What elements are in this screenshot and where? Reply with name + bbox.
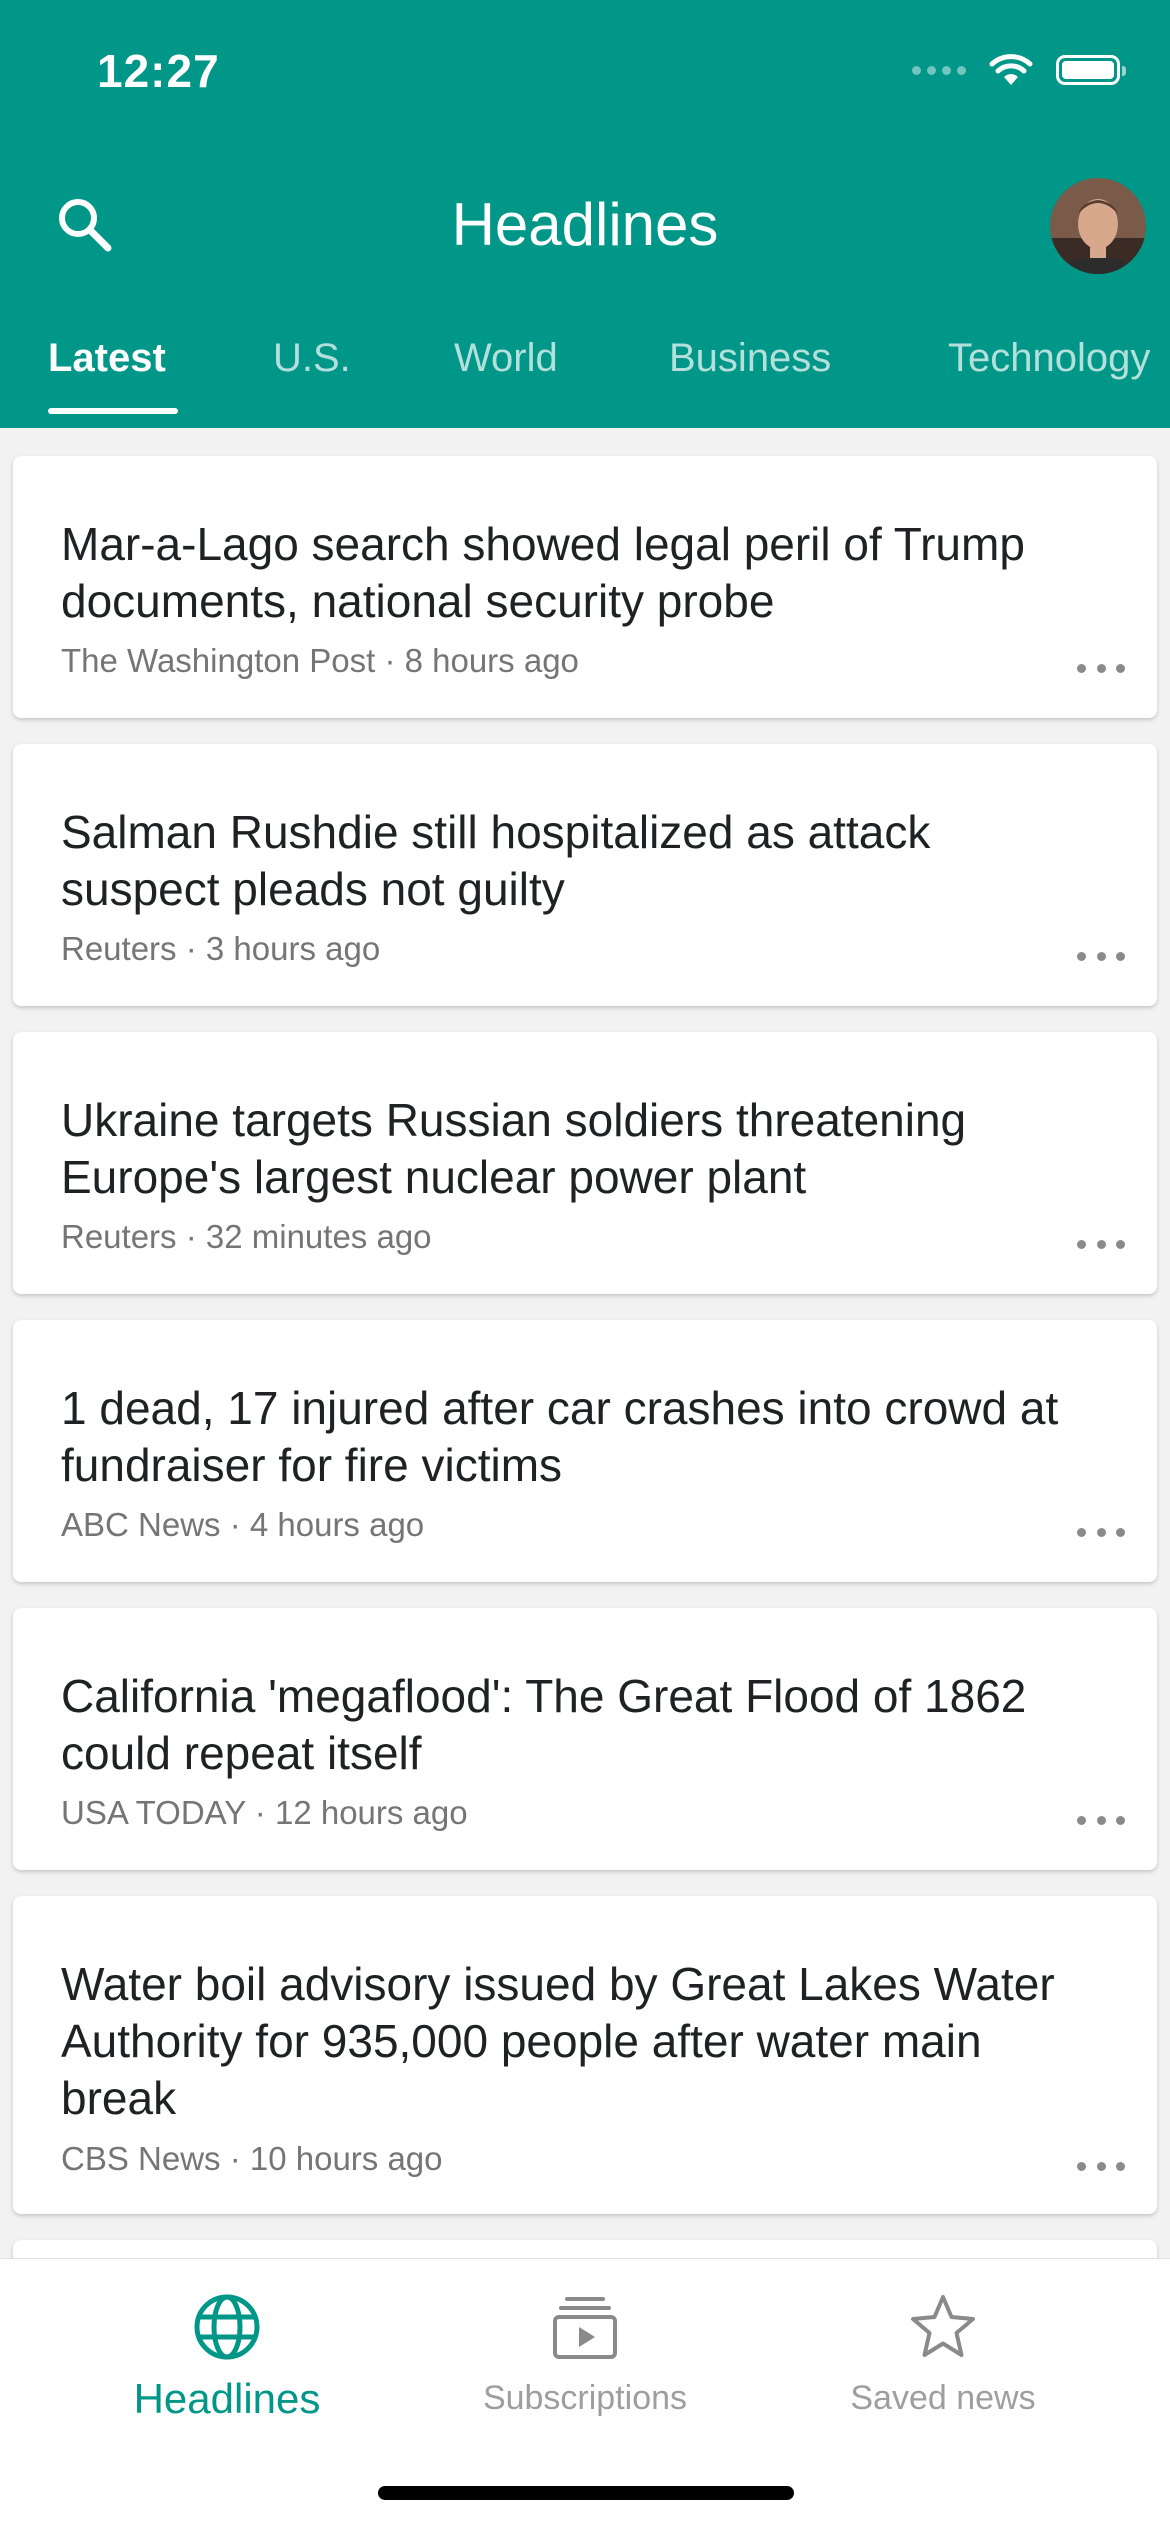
nav-headlines[interactable]: Headlines	[32, 2259, 422, 2459]
article-title: California 'megaflood': The Great Flood …	[61, 1670, 1027, 1779]
article-title: 1 dead, 17 injured after car crashes int…	[61, 1382, 1059, 1491]
nav-subscriptions[interactable]: Subscriptions	[390, 2259, 780, 2459]
tab-us[interactable]: U.S.	[273, 336, 351, 381]
article-meta: Reuters · 3 hours ago	[61, 930, 381, 967]
home-indicator	[378, 2486, 794, 2500]
article-card[interactable]: Ukraine targets Russian soldiers threate…	[13, 1032, 1157, 1294]
article-meta: CBS News · 10 hours ago	[61, 2140, 443, 2177]
nav-subscriptions-label: Subscriptions	[482, 2379, 688, 2417]
status-icons	[912, 52, 1126, 88]
article-card[interactable]: Salman Rushdie still hospitalized as att…	[13, 744, 1157, 1006]
tab-technology[interactable]: Technology	[948, 336, 1150, 381]
nav-saved-news[interactable]: Saved news	[748, 2259, 1138, 2459]
battery-icon	[1056, 55, 1126, 85]
nav-saved-news-label: Saved news	[850, 2379, 1036, 2417]
article-card[interactable]: Mar-a-Lago search showed legal peril of …	[13, 456, 1157, 718]
more-options-button[interactable]	[1077, 1524, 1125, 1540]
status-time: 12:27	[97, 45, 220, 97]
category-tabs: Latest U.S. World Business Technology	[0, 330, 1170, 428]
avatar[interactable]	[1050, 178, 1146, 274]
more-options-button[interactable]	[1077, 660, 1125, 676]
tab-world[interactable]: World	[454, 336, 558, 381]
article-title: Water boil advisory issued by Great Lake…	[61, 1958, 1055, 2124]
subscriptions-icon	[553, 2297, 617, 2359]
wifi-icon	[989, 54, 1033, 85]
article-meta: USA TODAY · 12 hours ago	[61, 1794, 468, 1831]
article-title: Salman Rushdie still hospitalized as att…	[61, 806, 931, 915]
more-options-button[interactable]	[1077, 1236, 1125, 1252]
article-card[interactable]: California 'megaflood': The Great Flood …	[13, 1608, 1157, 1870]
article-card[interactable]: Water boil advisory issued by Great Lake…	[13, 1896, 1157, 2214]
article-title: Ukraine targets Russian soldiers threate…	[61, 1094, 967, 1203]
page-title: Headlines	[451, 191, 719, 258]
tab-business[interactable]: Business	[669, 336, 831, 381]
globe-icon	[194, 2294, 260, 2360]
nav-headlines-label: Headlines	[133, 2375, 321, 2422]
tab-latest[interactable]: Latest	[48, 336, 166, 381]
cellular-signal-icon	[912, 65, 966, 75]
active-tab-indicator	[48, 408, 178, 414]
article-meta: ABC News · 4 hours ago	[61, 1506, 425, 1543]
app-header: 12:27 Headlines Latest U.S. World Busine…	[0, 0, 1170, 428]
article-meta: The Washington Post · 8 hours ago	[61, 642, 579, 679]
article-title: Mar-a-Lago search showed legal peril of …	[61, 518, 1025, 627]
star-icon	[911, 2295, 975, 2357]
article-card[interactable]: 1 dead, 17 injured after car crashes int…	[13, 1320, 1157, 1582]
more-options-button[interactable]	[1077, 1812, 1125, 1828]
more-options-button[interactable]	[1077, 948, 1125, 964]
more-options-button[interactable]	[1077, 2158, 1125, 2174]
article-meta: Reuters · 32 minutes ago	[61, 1218, 432, 1255]
